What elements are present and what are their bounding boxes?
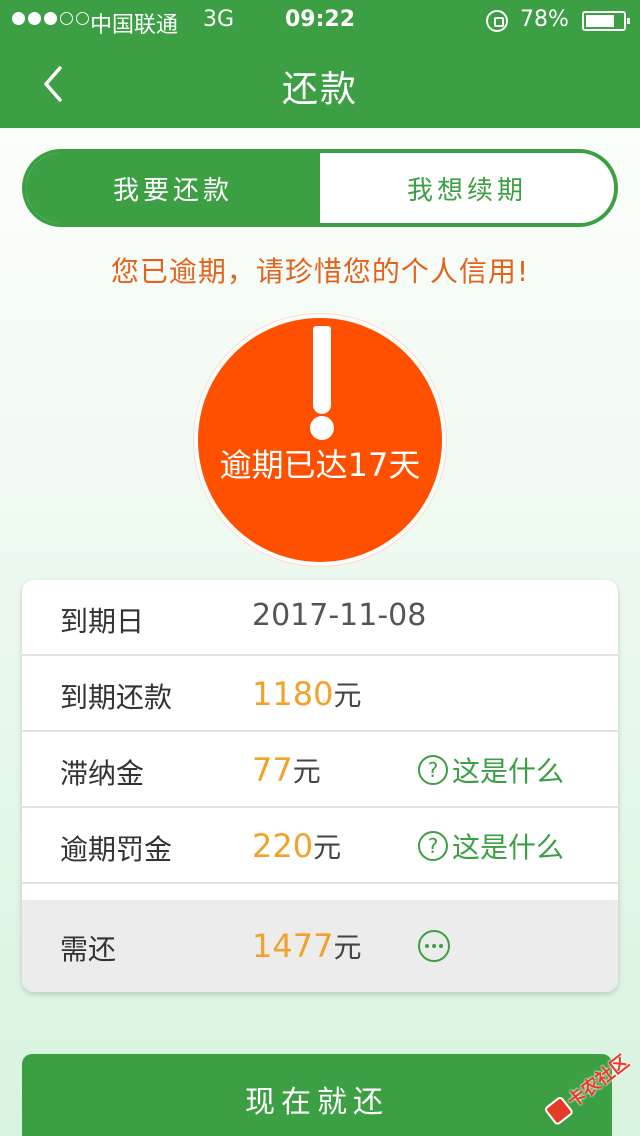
penalty-help-link[interactable]: ? 这是什么 <box>418 826 564 866</box>
pay-now-button[interactable]: 现在就还 <box>22 1054 612 1136</box>
late-fee-number: 77 <box>252 751 293 789</box>
rotation-lock-icon <box>486 10 508 32</box>
navigation-bar: 还款 <box>0 40 640 128</box>
page-title: 还款 <box>281 69 358 110</box>
late-fee-label: 滞纳金 <box>60 757 145 790</box>
more-dot <box>432 944 436 948</box>
penalty-number: 220 <box>252 827 314 865</box>
more-dot <box>439 944 443 948</box>
exclamation-dot <box>310 416 334 440</box>
overdue-badge: 逾期已达17天 <box>194 314 446 566</box>
tab-repay[interactable]: 我要还款 <box>26 153 320 223</box>
repayment-details-card: 到期日 2017-11-08 到期还款 1180元 滞纳金 77元 ? 这是什么 … <box>22 580 618 992</box>
due-date-value: 2017-11-08 <box>252 598 427 633</box>
repay-mode-tabs: 我要还款 我想续期 <box>22 149 618 227</box>
due-amount-value: 1180元 <box>252 674 361 714</box>
penalty-value: 220元 <box>252 826 341 866</box>
more-dot <box>425 944 429 948</box>
total-due-label: 需还 <box>60 933 117 966</box>
late-fee-unit: 元 <box>292 755 321 788</box>
battery-fill <box>586 15 615 27</box>
total-due-number: 1477 <box>252 927 334 965</box>
overdue-warning: 您已逾期，请珍惜您的个人信用! <box>110 255 530 288</box>
exclamation-bar <box>313 326 331 414</box>
total-due-unit: 元 <box>333 931 362 964</box>
late-fee-value: 77元 <box>252 750 321 790</box>
due-date-row: 到期日 2017-11-08 <box>22 580 618 656</box>
late-fee-help-link[interactable]: ? 这是什么 <box>418 750 564 790</box>
due-amount-row: 到期还款 1180元 <box>22 656 618 732</box>
due-amount-label: 到期还款 <box>60 681 173 714</box>
penalty-help-text: 这是什么 <box>452 831 565 864</box>
overdue-days-text: 逾期已达17天 <box>219 446 421 484</box>
penalty-label: 逾期罚金 <box>60 833 173 866</box>
more-options-icon[interactable] <box>418 930 450 962</box>
total-due-value: 1477元 <box>252 926 361 966</box>
battery-icon <box>582 11 630 31</box>
due-amount-unit: 元 <box>333 679 362 712</box>
penalty-row: 逾期罚金 220元 ? 这是什么 <box>22 808 618 884</box>
due-amount-number: 1180 <box>252 675 334 713</box>
due-date-label: 到期日 <box>60 605 145 638</box>
penalty-unit: 元 <box>313 831 342 864</box>
question-circle-icon: ? <box>418 755 448 785</box>
tab-renew[interactable]: 我想续期 <box>320 153 614 223</box>
status-bar: 中国联通 3G 09:22 78% <box>0 0 640 40</box>
late-fee-row: 滞纳金 77元 ? 这是什么 <box>22 732 618 808</box>
battery-percent: 78% <box>520 7 569 32</box>
question-circle-icon: ? <box>418 831 448 861</box>
total-due-row: 需还 1477元 <box>22 900 618 992</box>
late-fee-help-text: 这是什么 <box>452 755 565 788</box>
